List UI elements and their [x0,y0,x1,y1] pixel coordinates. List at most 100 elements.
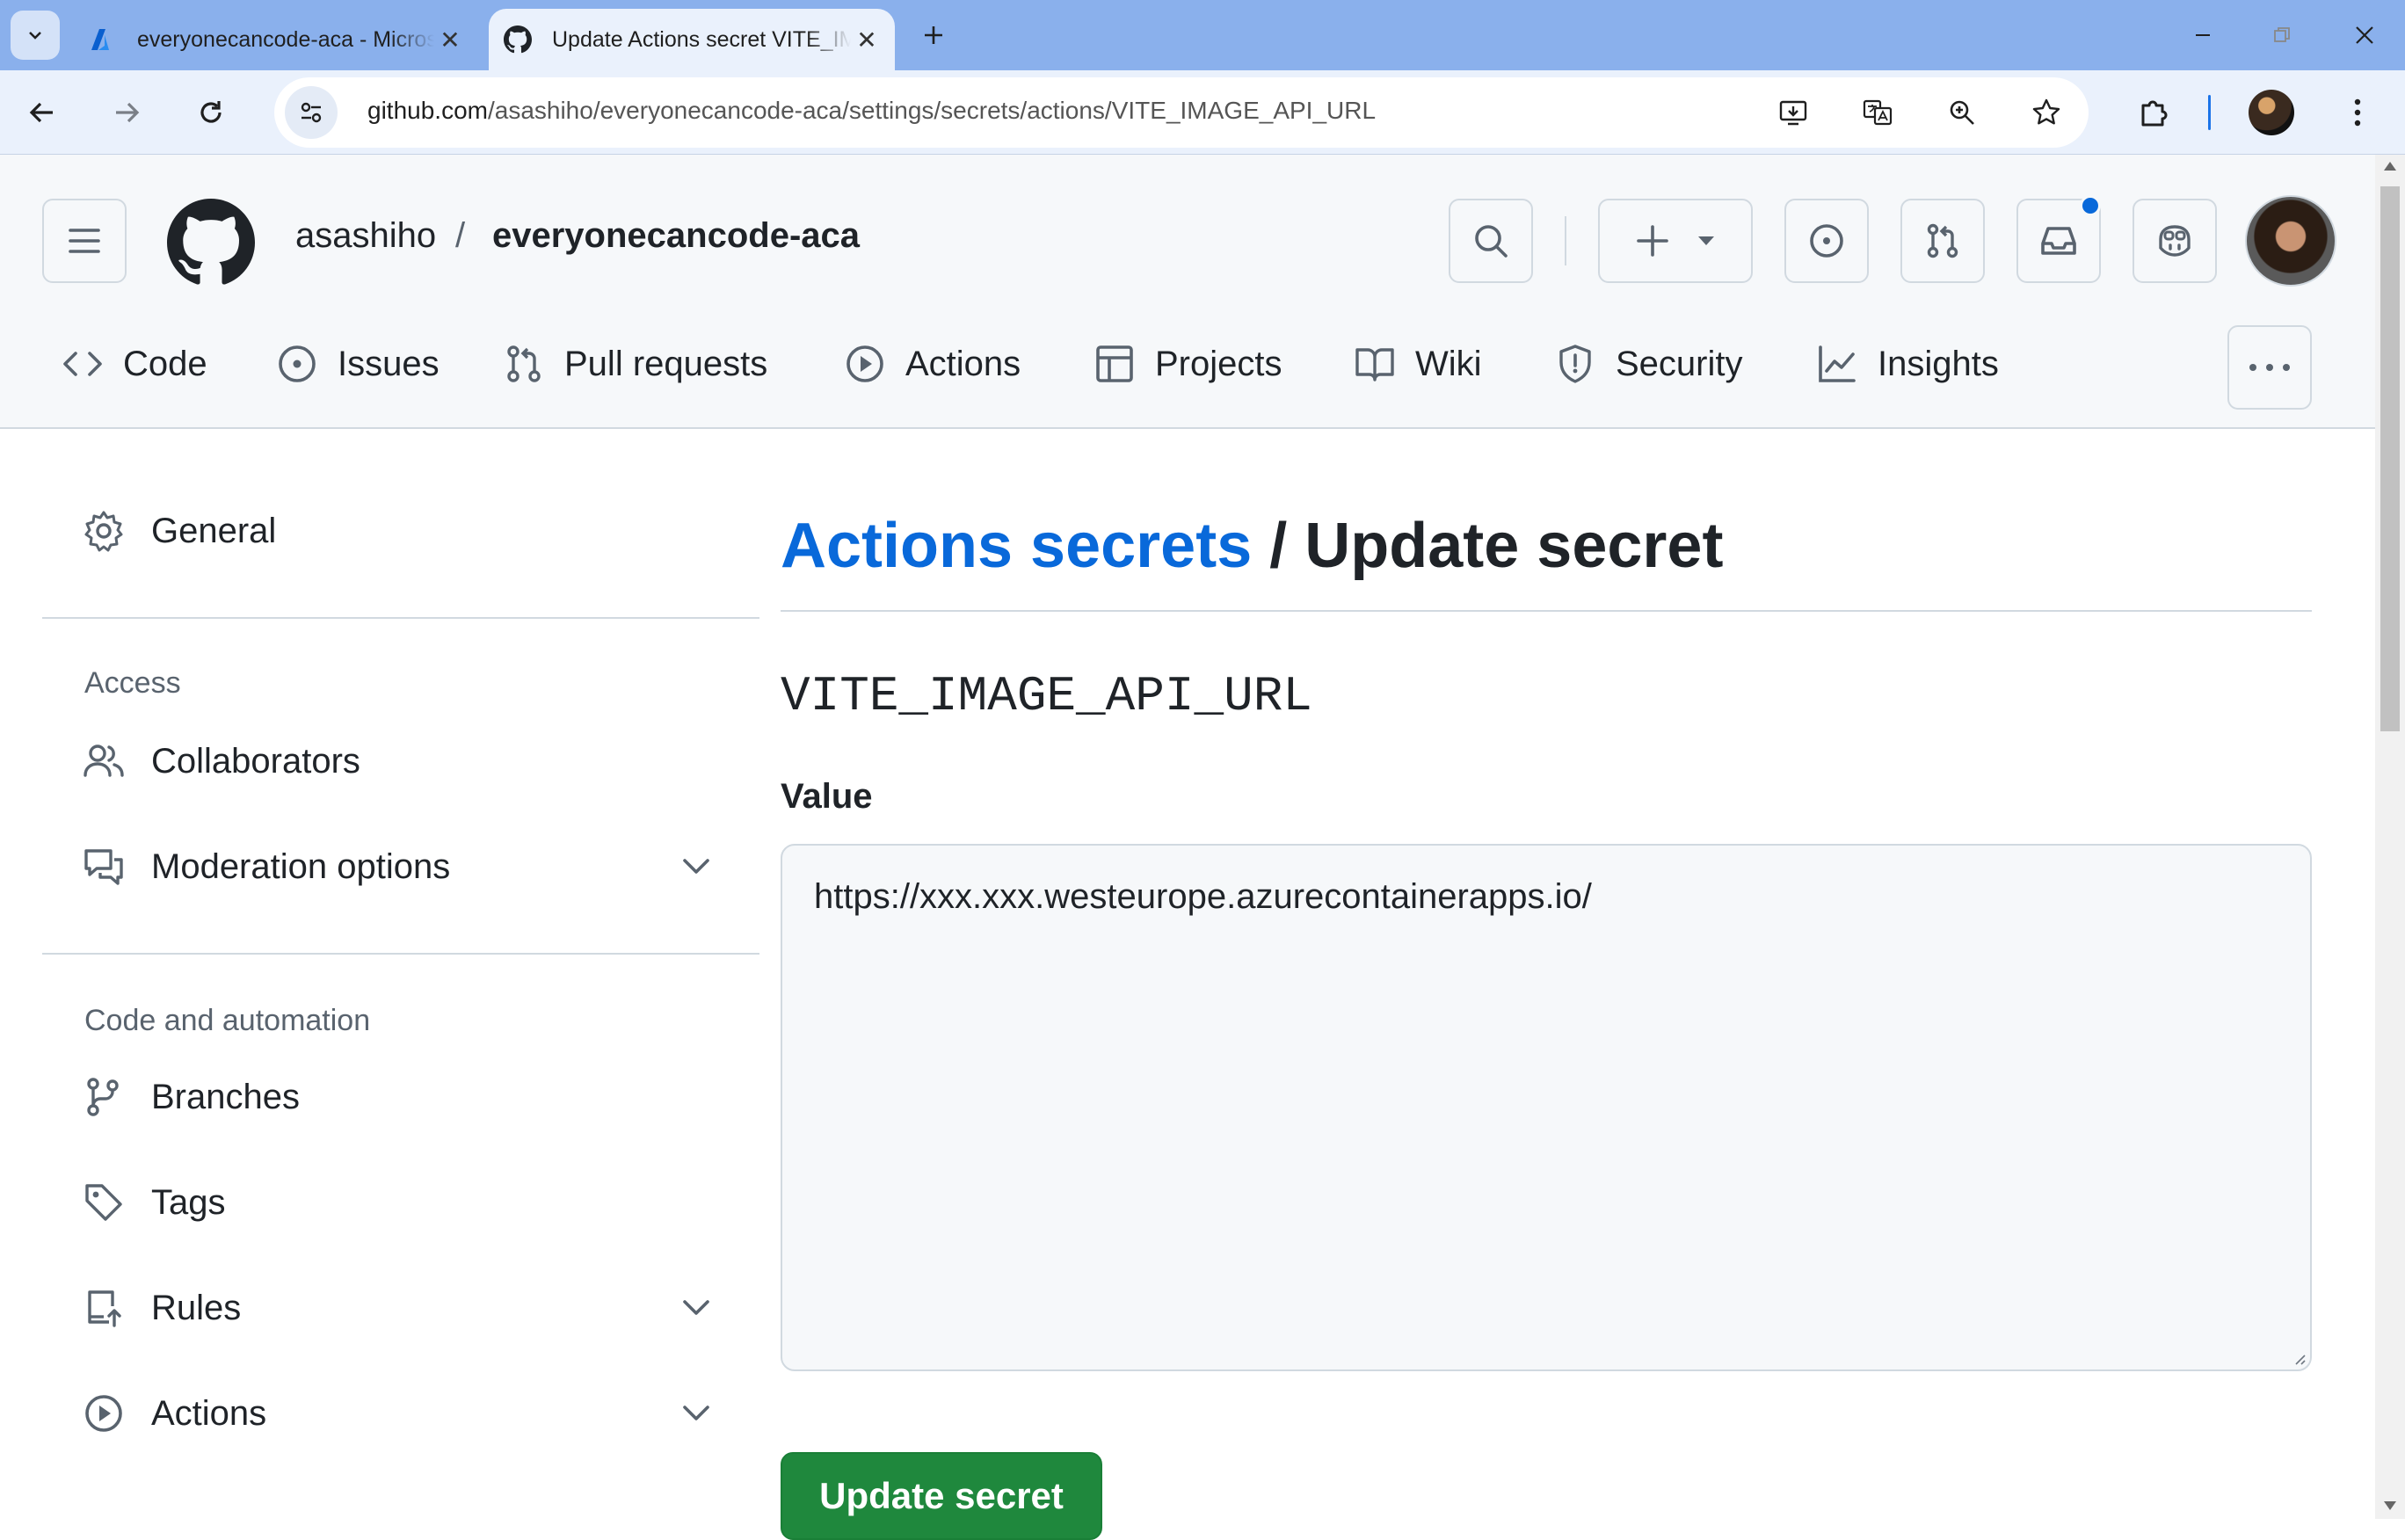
issue-opened-icon [1810,224,1843,258]
site-info-button[interactable] [285,86,338,139]
bookmark-star-icon[interactable] [2027,93,2066,132]
breadcrumb-repo[interactable]: everyonecancode-aca [492,216,860,256]
zoom-icon[interactable] [1943,93,1981,132]
sidebar-item-label: Moderation options [151,846,451,886]
tab-wiki[interactable]: Wiki [1350,329,1482,399]
plus-icon [925,26,942,44]
browser-tab-azure[interactable]: everyonecancode-aca - Microsoft Azure ✕ [74,9,478,70]
translate-icon[interactable] [1858,93,1897,132]
arrow-right-icon [116,102,140,123]
sidebar-item-label: Rules [151,1288,242,1327]
scroll-down-arrow[interactable] [2384,1501,2396,1510]
create-new-button[interactable] [1598,199,1753,283]
repo-nav-more-button[interactable] [2227,325,2312,410]
breadcrumb-owner[interactable]: asashiho [295,216,436,256]
sidebar-divider [42,953,759,955]
tab-issues[interactable]: Issues [272,329,440,399]
url-text[interactable]: github.com/asashiho/everyonecancode-aca/… [367,97,1376,125]
tab-label: Insights [1878,344,1999,383]
repo-push-icon [79,1283,128,1333]
browser-menu-button[interactable] [2331,86,2384,139]
update-secret-button[interactable]: Update secret [781,1452,1102,1540]
address-bar[interactable]: github.com/asashiho/everyonecancode-aca/… [274,77,2089,148]
tab-pull-requests[interactable]: Pull requests [499,329,767,399]
tab-code[interactable]: Code [58,329,207,399]
breadcrumb-separator: / [455,216,466,255]
pull-requests-button[interactable] [1900,199,1985,283]
search-button[interactable] [1449,199,1533,283]
tab-actions[interactable]: Actions [840,329,1021,399]
kebab-menu-icon [2354,98,2361,127]
user-avatar[interactable] [2245,195,2336,287]
browser-toolbar: github.com/asashiho/everyonecancode-aca/… [0,70,2405,155]
page-title: Actions secrets / Update secret [781,510,1723,582]
copilot-icon [2159,225,2191,257]
tab-title: Update Actions secret VITE_IMAGE_API_URL [552,26,851,52]
triangle-down-icon [1698,236,1714,245]
tab-security[interactable]: Security [1551,329,1743,399]
azure-icon [86,23,120,56]
install-app-icon[interactable] [1774,93,1813,132]
sidebar-item-collaborators[interactable]: Collaborators [42,726,759,796]
git-pull-request-icon [499,339,549,389]
extensions-button[interactable] [2127,86,2180,139]
tab-label: Pull requests [564,344,768,383]
global-menu-button[interactable] [42,199,127,283]
tab-insights[interactable]: Insights [1813,329,1999,399]
forward-button[interactable] [100,86,153,139]
sidebar-item-general[interactable]: General [42,496,759,566]
play-icon [79,1389,128,1438]
issues-button[interactable] [1784,199,1869,283]
restore-icon [2274,27,2290,42]
scroll-thumb[interactable] [2380,186,2400,731]
back-button[interactable] [16,86,69,139]
play-icon [840,339,890,389]
secret-value-text: https://xxx.xxx.westeurope.azurecontaine… [814,877,1592,916]
reload-icon [200,101,222,123]
git-pull-request-icon [1927,223,1958,258]
browser-tabstrip: everyonecancode-aca - Microsoft Azure ✕ … [0,0,2405,70]
copilot-button[interactable] [2133,199,2217,283]
secret-value-textarea[interactable]: https://xxx.xxx.westeurope.azurecontaine… [781,844,2312,1371]
restore-button[interactable] [2256,14,2308,56]
search-icon [1475,225,1508,258]
hamburger-icon [69,229,100,253]
page-scrollbar[interactable] [2375,155,2405,1519]
url-path: /asashiho/everyonecancode-aca/settings/s… [487,97,1377,124]
sidebar-item-label: Tags [151,1182,226,1222]
close-window-button[interactable] [2338,14,2391,56]
sidebar-item-moderation[interactable]: Moderation options [42,832,759,902]
title-divider [781,610,2312,612]
resize-grip-icon[interactable] [2291,1350,2307,1366]
close-icon [2356,26,2373,44]
sidebar-item-label: Collaborators [151,741,360,781]
close-tab-icon[interactable]: ✕ [851,24,883,55]
scroll-up-arrow[interactable] [2384,162,2396,171]
header-divider [1565,216,1566,265]
tab-projects[interactable]: Projects [1090,329,1282,399]
sidebar-item-actions[interactable]: Actions [42,1378,759,1449]
minimize-button[interactable] [2176,14,2229,56]
tab-search-button[interactable] [11,11,60,60]
tab-title: everyonecancode-aca - Microsoft Azure [137,26,434,52]
plus-icon [1637,225,1668,257]
tab-label: Projects [1155,344,1282,383]
browser-tab-github[interactable]: Update Actions secret VITE_IMAGE_API_URL… [489,9,895,70]
sidebar-item-rules[interactable]: Rules [42,1273,759,1343]
notification-dot [2080,195,2101,216]
chevron-down-icon[interactable] [677,1289,716,1327]
chevron-down-icon[interactable] [677,847,716,886]
new-tab-button[interactable] [914,16,953,54]
github-logo-icon[interactable] [167,199,255,287]
close-tab-icon[interactable]: ✕ [434,24,466,55]
kebab-horizontal-icon [2249,364,2290,371]
page-title-rest: / Update secret [1252,511,1724,581]
reload-button[interactable] [185,86,237,139]
profile-avatar[interactable] [2249,90,2294,135]
tab-label: Wiki [1415,344,1482,383]
chevron-down-icon[interactable] [677,1394,716,1433]
actions-secrets-link[interactable]: Actions secrets [781,511,1252,581]
sidebar-item-branches[interactable]: Branches [42,1062,759,1132]
sidebar-item-tags[interactable]: Tags [42,1167,759,1238]
inbox-icon [2041,227,2076,255]
